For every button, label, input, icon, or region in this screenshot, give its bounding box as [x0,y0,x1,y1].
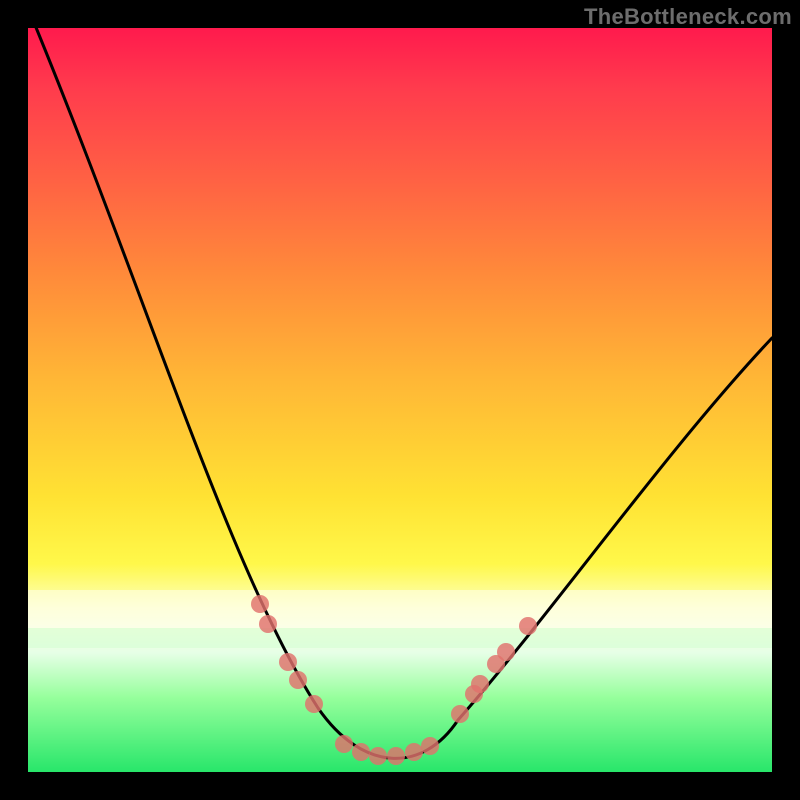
sample-dot [251,595,269,613]
sample-dot [421,737,439,755]
sample-dot [352,743,370,761]
bottleneck-curve [28,8,772,758]
sample-dot [497,643,515,661]
sample-dot [335,735,353,753]
sample-dot [519,617,537,635]
sample-dot [369,747,387,765]
sample-dots-group [251,595,537,765]
sample-dot [451,705,469,723]
sample-dot [279,653,297,671]
sample-dot [289,671,307,689]
sample-dot [259,615,277,633]
sample-dot [305,695,323,713]
sample-dot [387,747,405,765]
watermark-text: TheBottleneck.com [584,4,792,30]
chart-area [28,28,772,772]
plot-svg [28,28,772,772]
sample-dot [471,675,489,693]
sample-dot [405,743,423,761]
